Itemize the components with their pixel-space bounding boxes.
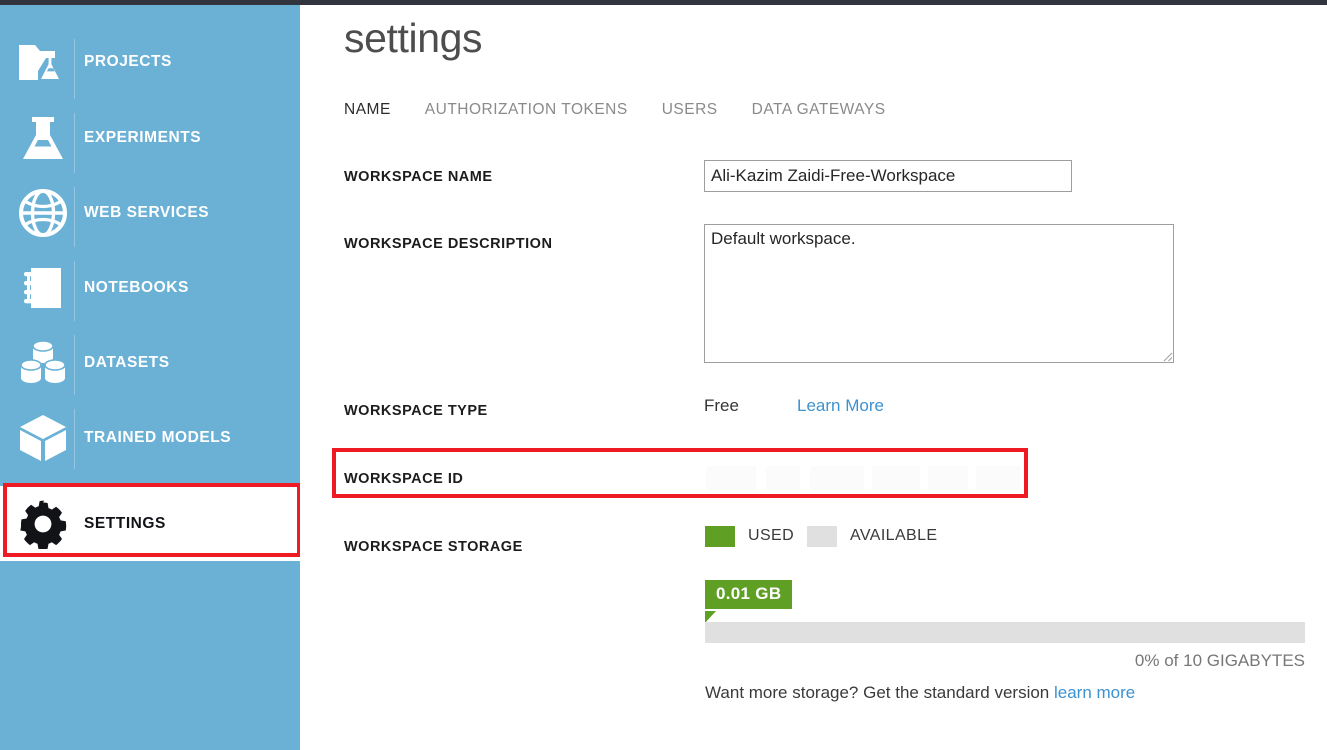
workspace-id-value-redacted[interactable] [704, 457, 1024, 499]
workspace-id-label: WORKSPACE ID [344, 471, 464, 487]
page-title: settings [344, 15, 483, 61]
sidebar: PROJECTS EXPERIMENTS WEB SERVICES NOTEBO… [0, 5, 300, 750]
azure-ml-studio-settings-page: PROJECTS EXPERIMENTS WEB SERVICES NOTEBO… [0, 0, 1327, 750]
datasets-icon [12, 339, 74, 387]
notebook-icon [12, 264, 74, 312]
sidebar-item-datasets[interactable]: DATASETS [0, 326, 300, 399]
folder-flask-icon [12, 39, 74, 85]
sidebar-item-settings[interactable]: SETTINGS [0, 486, 300, 561]
legend-swatch-used [705, 526, 735, 547]
tab-name[interactable]: NAME [344, 101, 391, 119]
legend-label-available: AVAILABLE [850, 527, 938, 544]
legend-label-used: USED [748, 527, 795, 544]
cube-icon [12, 413, 74, 463]
sidebar-item-web-services[interactable]: WEB SERVICES [0, 176, 300, 249]
storage-promo-text: Want more storage? Get the standard vers… [705, 683, 1135, 703]
workspace-name-label: WORKSPACE NAME [344, 169, 493, 185]
gear-icon [12, 499, 74, 549]
sidebar-item-experiments[interactable]: EXPERIMENTS [0, 101, 300, 174]
tab-bar: NAME AUTHORIZATION TOKENS USERS DATA GAT… [344, 101, 920, 119]
sidebar-item-trained-models[interactable]: TRAINED MODELS [0, 401, 300, 474]
workspace-description-label: WORKSPACE DESCRIPTION [344, 236, 553, 252]
storage-capacity-caption: 0% of 10 GIGABYTES [1134, 651, 1305, 670]
sidebar-item-label: SETTINGS [84, 514, 166, 532]
tab-data-gateways[interactable]: DATA GATEWAYS [752, 101, 886, 119]
main-content: settings NAME AUTHORIZATION TOKENS USERS… [300, 5, 1327, 750]
flask-icon [12, 114, 74, 162]
storage-promo-learn-more-link[interactable]: learn more [1054, 683, 1135, 702]
sidebar-item-projects[interactable]: PROJECTS [0, 25, 300, 98]
storage-used-badge: 0.01 GB [705, 580, 793, 609]
storage-progress-bar [705, 622, 1305, 643]
sidebar-item-label: NOTEBOOKS [84, 278, 189, 296]
sidebar-item-label: PROJECTS [84, 52, 172, 70]
workspace-type-label: WORKSPACE TYPE [344, 403, 488, 419]
sidebar-item-label: EXPERIMENTS [84, 128, 202, 146]
workspace-storage-label: WORKSPACE STORAGE [344, 539, 523, 555]
sidebar-item-label: WEB SERVICES [84, 203, 210, 221]
workspace-description-textarea[interactable] [704, 224, 1174, 363]
tab-users[interactable]: USERS [662, 101, 718, 119]
sidebar-item-label: DATASETS [84, 353, 170, 371]
workspace-name-input[interactable] [704, 160, 1072, 192]
storage-promo-sentence: Want more storage? Get the standard vers… [705, 683, 1054, 702]
legend-swatch-available [807, 526, 837, 547]
workspace-type-learn-more-link[interactable]: Learn More [797, 396, 884, 416]
globe-icon [12, 188, 74, 238]
sidebar-item-notebooks[interactable]: NOTEBOOKS [0, 251, 300, 324]
sidebar-item-label: TRAINED MODELS [84, 428, 232, 446]
workspace-type-value: Free [704, 396, 739, 415]
tab-authorization-tokens[interactable]: AUTHORIZATION TOKENS [425, 101, 628, 119]
